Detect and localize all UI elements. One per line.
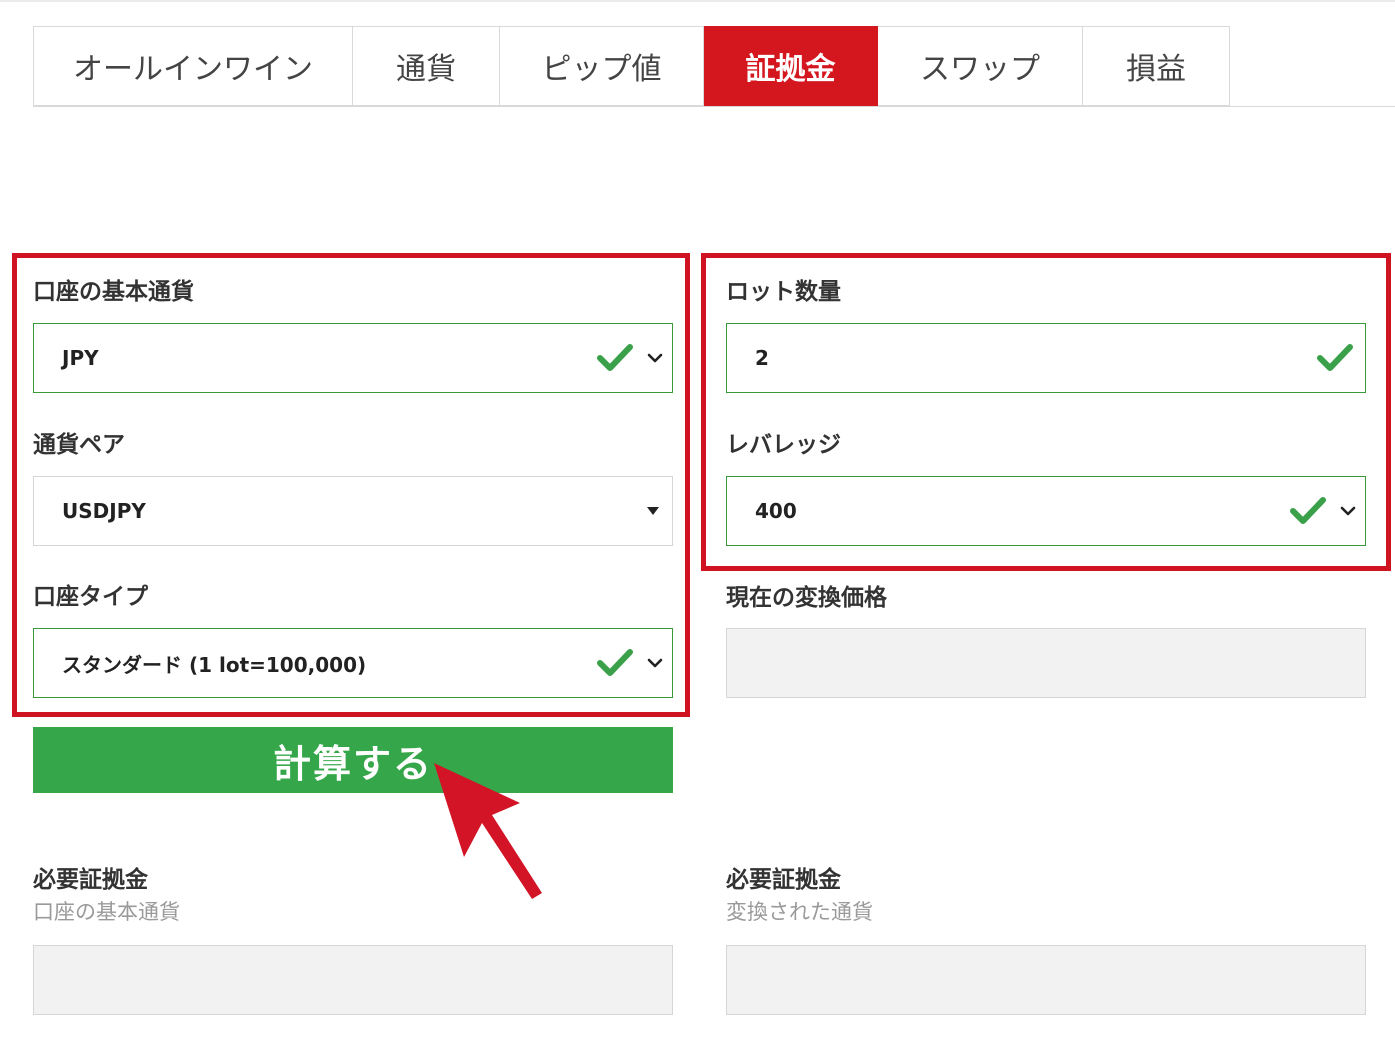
base-currency-value: JPY	[62, 346, 99, 370]
conversion-rate-label: 現在の変換価格	[726, 585, 887, 611]
tab-pip-value[interactable]: ピップ値	[500, 26, 704, 106]
base-currency-select[interactable]: JPY	[33, 323, 673, 393]
leverage-select[interactable]: 400	[726, 476, 1366, 546]
base-currency-label: 口座の基本通貨	[33, 279, 194, 305]
red-arrow-icon	[434, 763, 542, 899]
check-icon	[1317, 344, 1353, 371]
check-icon	[1290, 497, 1326, 524]
leverage-label: レバレッジ	[726, 432, 841, 458]
caret-down-icon[interactable]	[646, 506, 660, 516]
account-type-value: スタンダード (1 lot=100,000)	[62, 652, 367, 677]
tab-profit-loss[interactable]: 損益	[1083, 26, 1230, 106]
calculator-tabs: オールインワイン 通貨 ピップ値 証拠金 スワップ 損益	[33, 26, 1395, 107]
currency-pair-value: USDJPY	[62, 499, 146, 523]
lot-quantity-label: ロット数量	[726, 279, 841, 305]
chevron-down-icon[interactable]	[647, 352, 663, 364]
check-icon	[597, 344, 633, 371]
calculate-button[interactable]: 計算する	[33, 727, 673, 793]
required-margin-converted-sublabel: 変換された通貨	[726, 900, 873, 924]
currency-pair-select[interactable]: USDJPY	[33, 476, 673, 546]
required-margin-converted-label: 必要証拠金	[726, 867, 841, 893]
lot-quantity-input[interactable]: 2	[726, 323, 1366, 393]
account-type-select[interactable]: スタンダード (1 lot=100,000)	[33, 628, 673, 698]
chevron-down-icon[interactable]	[1340, 505, 1356, 517]
tab-swap[interactable]: スワップ	[878, 26, 1083, 106]
chevron-down-icon[interactable]	[647, 657, 663, 669]
check-icon	[597, 649, 633, 676]
required-margin-sublabel: 口座の基本通貨	[33, 900, 180, 924]
tab-all-in-one[interactable]: オールインワイン	[33, 26, 353, 106]
conversion-rate-field	[726, 628, 1366, 698]
leverage-value: 400	[755, 499, 797, 523]
tab-currency[interactable]: 通貨	[353, 26, 500, 106]
top-divider	[0, 0, 1395, 2]
account-type-label: 口座タイプ	[33, 584, 148, 610]
required-margin-converted-field	[726, 945, 1366, 1015]
required-margin-label: 必要証拠金	[33, 867, 148, 893]
lot-quantity-value: 2	[755, 346, 769, 370]
currency-pair-label: 通貨ペア	[33, 432, 125, 458]
required-margin-base-field	[33, 945, 673, 1015]
tab-margin[interactable]: 証拠金	[704, 26, 878, 106]
